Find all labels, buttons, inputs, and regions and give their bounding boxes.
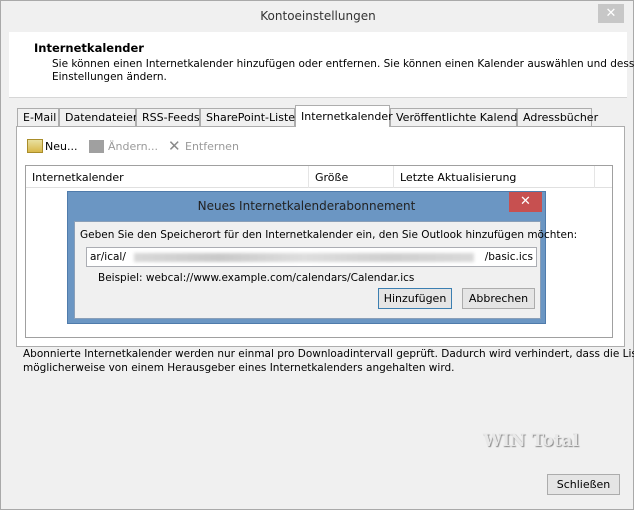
dialog-title: Neues Internetkalenderabonnement bbox=[197, 199, 416, 213]
new-calendar-icon bbox=[27, 139, 43, 153]
footer-note: Abonnierte Internetkalender werden nur e… bbox=[23, 348, 634, 360]
url-end: /basic.ics bbox=[484, 251, 533, 263]
tab-sharepoint[interactable]: SharePoint-Listen bbox=[200, 108, 302, 127]
calendar-url-input[interactable]: ar/ical/ /basic.ics bbox=[86, 247, 537, 267]
tab-email[interactable]: E-Mail bbox=[17, 108, 59, 127]
remove-button[interactable]: Entfernen bbox=[185, 140, 239, 153]
header-panel: Internetkalender Sie können einen Intern… bbox=[9, 32, 634, 98]
tab-rss-feeds[interactable]: RSS-Feeds bbox=[136, 108, 200, 127]
column-header-updated[interactable]: Letzte Aktualisierung bbox=[400, 171, 516, 184]
watermark-logo: WIN Total bbox=[483, 431, 579, 451]
example-text: Beispiel: webcal://www.example.com/calen… bbox=[98, 272, 415, 284]
column-header-name[interactable]: Internetkalender bbox=[32, 171, 124, 184]
section-title: Internetkalender bbox=[34, 41, 144, 55]
column-header-size[interactable]: Größe bbox=[315, 171, 348, 184]
url-start: ar/ical/ bbox=[90, 251, 126, 263]
window-close-button[interactable]: ✕ bbox=[598, 4, 624, 23]
dialog-close-button[interactable]: ✕ bbox=[509, 192, 542, 212]
tab-datendateien[interactable]: Datendateien bbox=[59, 108, 140, 127]
blurred-url-segment bbox=[134, 253, 474, 262]
close-dialog-button[interactable]: Schließen bbox=[547, 474, 620, 495]
new-button[interactable]: Neu... bbox=[45, 140, 77, 153]
new-subscription-dialog: Neues Internetkalenderabonnement ✕ Geben… bbox=[67, 191, 577, 324]
list-header: Internetkalender Größe Letzte Aktualisie… bbox=[26, 166, 612, 188]
tab-address-books[interactable]: Adressbücher bbox=[517, 108, 598, 127]
add-button[interactable]: Hinzufügen bbox=[378, 288, 452, 309]
dialog-body: Geben Sie den Speicherort für den Intern… bbox=[74, 221, 577, 319]
section-description-2: Einstellungen ändern. bbox=[52, 71, 167, 83]
footer-note-2: möglicherweise von einem Herausgeber ein… bbox=[23, 362, 455, 374]
remove-icon: ✕ bbox=[168, 137, 181, 155]
account-settings-window: Kontoeinstellungen ✕ Internetkalender Si… bbox=[0, 0, 634, 510]
change-button[interactable]: Ändern... bbox=[108, 140, 158, 153]
tab-published-calendars[interactable]: Veröffentlichte Kalender bbox=[390, 108, 529, 127]
cancel-button[interactable]: Abbrechen bbox=[462, 288, 535, 309]
window-title: Kontoeinstellungen bbox=[260, 9, 376, 23]
change-icon bbox=[89, 140, 104, 153]
dialog-prompt: Geben Sie den Speicherort für den Intern… bbox=[80, 229, 578, 241]
tab-internetkalender[interactable]: Internetkalender bbox=[295, 105, 393, 127]
section-description: Sie können einen Internetkalender hinzuf… bbox=[52, 58, 634, 70]
